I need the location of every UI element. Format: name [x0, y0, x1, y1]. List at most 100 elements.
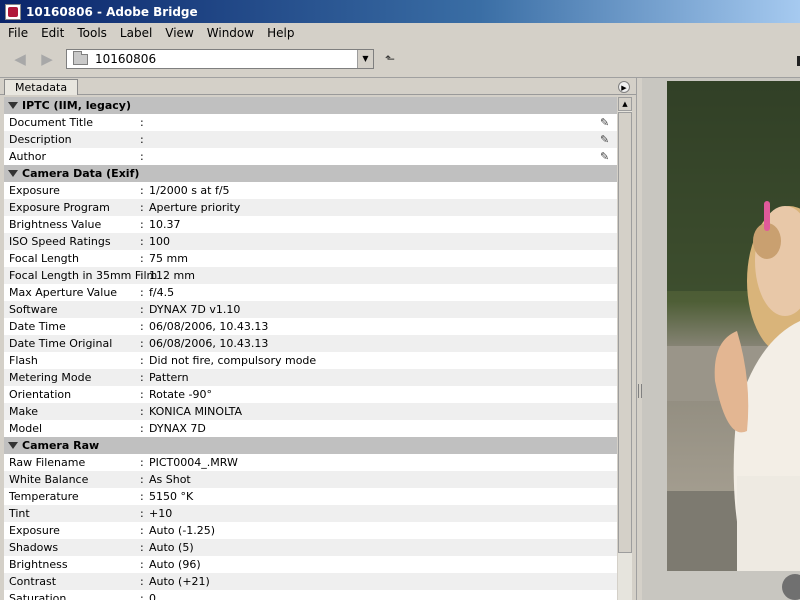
colon-separator: : [140, 575, 144, 588]
metadata-label: Author [9, 150, 47, 163]
menu-help[interactable]: Help [262, 26, 299, 40]
metadata-row: Make: KONICA MINOLTA [4, 403, 617, 420]
menu-bar: File Edit Tools Label View Window Help [0, 23, 800, 42]
colon-separator: : [140, 388, 144, 401]
metadata-label: Description [9, 133, 72, 146]
colon-separator: : [140, 473, 144, 486]
menu-file[interactable]: File [3, 26, 33, 40]
disclosure-triangle-icon[interactable] [8, 442, 18, 449]
metadata-label: Brightness Value [9, 218, 102, 231]
window-title: 10160806 - Adobe Bridge [26, 4, 198, 19]
metadata-row: Exposure:1/2000 s at f/5 [4, 182, 617, 199]
menu-edit[interactable]: Edit [36, 26, 69, 40]
section-title: IPTC (IIM, legacy) [22, 99, 131, 112]
section-header[interactable]: Camera Raw [4, 437, 617, 454]
metadata-row: Max Aperture Value: f/4.5 [4, 284, 617, 301]
metadata-label: Software [9, 303, 58, 316]
metadata-row: Orientation: Rotate -90° [4, 386, 617, 403]
colon-separator: : [140, 507, 144, 520]
scroll-up-icon[interactable]: ▲ [618, 97, 632, 111]
tab-metadata[interactable]: Metadata [4, 79, 79, 95]
metadata-label: Temperature [9, 490, 79, 503]
metadata-value: Did not fire, compulsory mode [149, 354, 317, 367]
metadata-label: Tint [9, 507, 30, 520]
colon-separator: : [140, 320, 144, 333]
section-title: Camera Data (Exif) [22, 167, 140, 180]
colon-separator: : [140, 456, 144, 469]
metadata-row[interactable]: Document Title: ✎ [4, 114, 617, 131]
colon-separator: : [140, 201, 144, 214]
metadata-label: Exposure Program [9, 201, 110, 214]
metadata-row: Tint: +10 [4, 505, 617, 522]
colon-separator: : [140, 235, 144, 248]
metadata-label: Orientation [9, 388, 72, 401]
metadata-value: Auto (-1.25) [149, 524, 216, 537]
colon-separator: : [140, 592, 144, 600]
preview-panel [642, 78, 800, 600]
metadata-row: Software: DYNAX 7D v1.10 [4, 301, 617, 318]
metadata-label: Exposure [9, 184, 60, 197]
menu-label[interactable]: Label [115, 26, 157, 40]
metadata-row: White Balance: As Shot [4, 471, 617, 488]
scroll-thumb[interactable] [618, 112, 632, 553]
metadata-label: Contrast [9, 575, 57, 588]
metadata-row: Date Time:06/08/2006, 10.43.13 [4, 318, 617, 335]
menu-window[interactable]: Window [202, 26, 259, 40]
colon-separator: : [140, 405, 144, 418]
metadata-value: Pattern [149, 371, 189, 384]
chevron-down-icon[interactable]: ▼ [357, 50, 373, 68]
metadata-label: Brightness [9, 558, 68, 571]
vertical-scrollbar[interactable]: ▲ [618, 97, 632, 600]
disclosure-triangle-icon[interactable] [8, 170, 18, 177]
colon-separator: : [140, 252, 144, 265]
menu-tools[interactable]: Tools [72, 26, 112, 40]
metadata-value: 100 [149, 235, 170, 248]
pencil-edit-icon[interactable]: ✎ [600, 114, 609, 131]
metadata-row: Exposure: Auto (-1.25) [4, 522, 617, 539]
metadata-value: As Shot [149, 473, 191, 486]
forward-arrow-icon[interactable]: ▶ [38, 51, 56, 67]
adobe-bridge-app-icon[interactable] [5, 3, 21, 20]
metadata-label: Raw Filename [9, 456, 86, 469]
metadata-value: 06/08/2006, 10.43.13 [149, 320, 269, 333]
colon-separator: : [140, 337, 144, 350]
metadata-value: Auto (5) [149, 541, 194, 554]
metadata-row: Exposure Program: Aperture priority [4, 199, 617, 216]
metadata-row: Date Time Original:06/08/2006, 10.43.13 [4, 335, 617, 352]
section-header[interactable]: Camera Data (Exif) [4, 165, 617, 182]
metadata-label: Focal Length in 35mm Film [9, 269, 158, 282]
toolbar: ◀ ▶ 10160806 ▼ ⬑ [0, 42, 800, 78]
metadata-value: 5150 °K [149, 490, 194, 503]
metadata-label: Metering Mode [9, 371, 92, 384]
metadata-value: +10 [149, 507, 173, 520]
metadata-panel: Metadata ▶ IPTC (IIM, legacy) Document Ti… [0, 78, 636, 600]
metadata-row[interactable]: Description: ✎ [4, 131, 617, 148]
metadata-value: 06/08/2006, 10.43.13 [149, 337, 269, 350]
back-arrow-icon[interactable]: ◀ [11, 51, 29, 67]
panel-tab-bar: Metadata ▶ [0, 78, 636, 95]
panel-menu-icon[interactable]: ▶ [618, 81, 630, 93]
menu-view[interactable]: View [160, 26, 198, 40]
metadata-row: Raw Filename: PICT0004_.MRW [4, 454, 617, 471]
metadata-row: Contrast: Auto (+21) [4, 573, 617, 590]
metadata-value: 10.37 [149, 218, 181, 231]
metadata-row[interactable]: Author: ✎ [4, 148, 617, 165]
pencil-edit-icon[interactable]: ✎ [600, 131, 609, 148]
metadata-value: Auto (96) [149, 558, 201, 571]
folder-path-combo[interactable]: 10160806 ▼ [66, 49, 374, 69]
colon-separator: : [140, 422, 144, 435]
pencil-edit-icon[interactable]: ✎ [600, 148, 609, 165]
metadata-label: Date Time Original [9, 337, 113, 350]
metadata-value: 1/2000 s at f/5 [149, 184, 230, 197]
section-header[interactable]: IPTC (IIM, legacy) [4, 97, 617, 114]
folder-path-text: 10160806 [95, 52, 157, 66]
up-folder-icon[interactable]: ⬑ [380, 51, 400, 68]
preview-scroll-knob[interactable] [782, 574, 800, 600]
colon-separator: : [140, 269, 144, 282]
metadata-value: 112 mm [149, 269, 195, 282]
colon-separator: : [140, 371, 144, 384]
folder-icon [73, 51, 88, 65]
metadata-value: Auto (+21) [149, 575, 210, 588]
disclosure-triangle-icon[interactable] [8, 102, 18, 109]
metadata-label: Saturation [9, 592, 67, 600]
